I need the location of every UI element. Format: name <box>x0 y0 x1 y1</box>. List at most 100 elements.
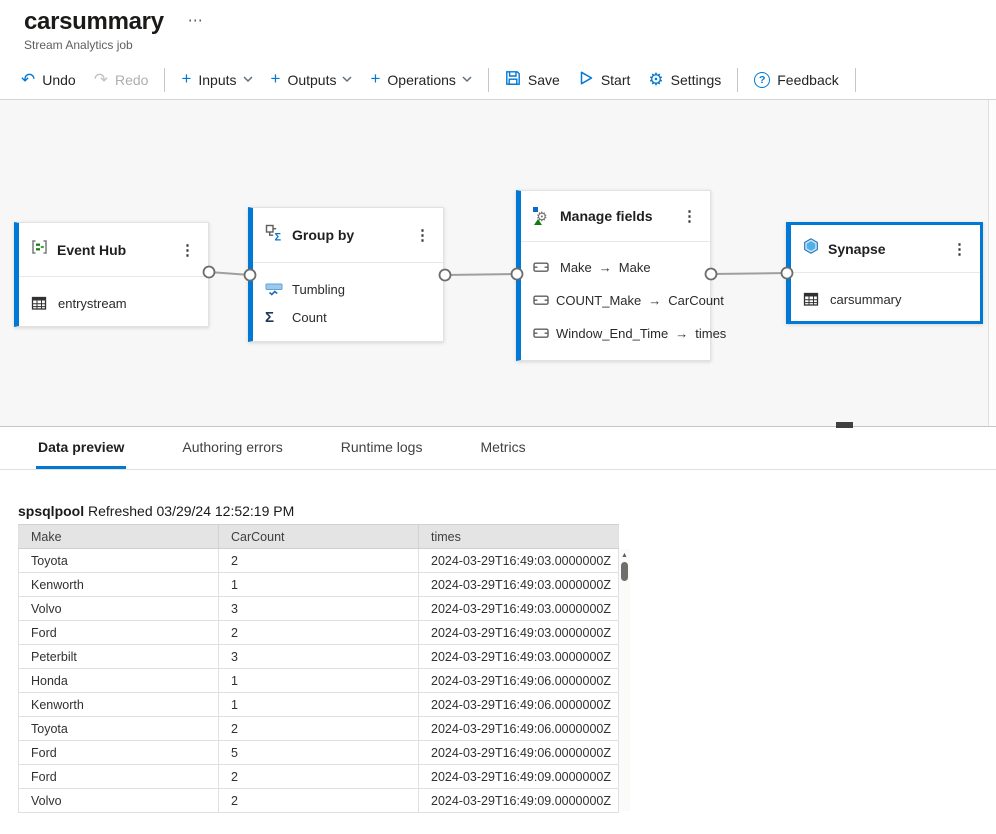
table-row[interactable]: Ford52024-03-29T16:49:06.0000000Z <box>19 741 619 765</box>
node-title: Group by <box>292 227 412 243</box>
scroll-up-icon[interactable]: ▲ <box>619 549 630 560</box>
tab-runtime-logs[interactable]: Runtime logs <box>339 427 425 469</box>
cell-times: 2024-03-29T16:49:09.0000000Z <box>419 789 619 813</box>
undo-icon: ↶ <box>21 71 35 88</box>
start-icon <box>578 70 594 89</box>
field-mapping-row: Make → Make <box>521 251 710 284</box>
field-mapping-row: Window_End_Time → times <box>521 317 710 350</box>
cell-carcount: 1 <box>219 693 419 717</box>
table-row[interactable]: Kenworth12024-03-29T16:49:06.0000000Z <box>19 693 619 717</box>
kebab-menu-icon[interactable]: ⋮ <box>412 226 433 244</box>
mapping-from: Make <box>560 260 592 275</box>
mapping-from: Window_End_Time <box>556 326 668 341</box>
undo-button[interactable]: ↶ Undo <box>12 64 85 96</box>
mapping-to: times <box>695 326 726 341</box>
start-button[interactable]: Start <box>569 64 640 96</box>
node-manage-fields[interactable]: ⚙ Manage fields ⋮ Make → Make COUNT_Make <box>516 190 711 361</box>
plus-icon: + <box>271 70 281 87</box>
cell-times: 2024-03-29T16:49:06.0000000Z <box>419 741 619 765</box>
mapping-from: COUNT_Make <box>556 293 641 308</box>
add-outputs-button[interactable]: + Outputs <box>262 64 362 96</box>
add-inputs-button[interactable]: + Inputs <box>172 64 261 96</box>
cell-times: 2024-03-29T16:49:06.0000000Z <box>419 693 619 717</box>
column-header-carcount[interactable]: CarCount <box>219 525 419 549</box>
table-row[interactable]: Ford22024-03-29T16:49:09.0000000Z <box>19 765 619 789</box>
start-label: Start <box>601 72 631 88</box>
tab-authoring-errors[interactable]: Authoring errors <box>180 427 284 469</box>
arrow-right-icon: → <box>675 326 688 341</box>
table-row[interactable]: Toyota22024-03-29T16:49:06.0000000Z <box>19 717 619 741</box>
feedback-button[interactable]: ? Feedback <box>745 64 847 96</box>
cell-make: Ford <box>19 741 219 765</box>
sigma-icon: Σ <box>265 309 285 326</box>
table-icon <box>803 292 823 307</box>
cell-times: 2024-03-29T16:49:03.0000000Z <box>419 621 619 645</box>
save-button[interactable]: Save <box>496 64 569 96</box>
tumbling-window-icon <box>265 282 285 297</box>
node-title: Synapse <box>828 241 949 257</box>
cell-carcount: 1 <box>219 573 419 597</box>
diagram-canvas[interactable]: Event Hub ⋮ entrystream Σ Group by ⋮ Tum… <box>0 100 996 427</box>
output-target-name: carsummary <box>830 292 902 307</box>
settings-label: Settings <box>671 72 722 88</box>
refresh-status: spsqlpool Refreshed 03/29/24 12:52:19 PM <box>0 470 996 524</box>
save-icon <box>505 70 521 89</box>
settings-button[interactable]: ⚙ Settings <box>639 64 730 96</box>
cell-carcount: 2 <box>219 717 419 741</box>
column-header-times[interactable]: times <box>419 525 619 549</box>
table-row[interactable]: Kenworth12024-03-29T16:49:03.0000000Z <box>19 573 619 597</box>
table-row[interactable]: Toyota22024-03-29T16:49:03.0000000Z <box>19 549 619 573</box>
table-row[interactable]: Volvo32024-03-29T16:49:03.0000000Z <box>19 597 619 621</box>
page-header: carsummary ⋯ Stream Analytics job <box>0 0 996 60</box>
cell-times: 2024-03-29T16:49:03.0000000Z <box>419 597 619 621</box>
mapping-to: Make <box>619 260 651 275</box>
table-scrollbar[interactable]: ▲ <box>619 549 630 811</box>
pool-name: spsqlpool <box>18 503 84 519</box>
canvas-scrollbar[interactable] <box>988 100 996 426</box>
node-event-hub[interactable]: Event Hub ⋮ entrystream <box>14 222 209 327</box>
plus-icon: + <box>181 70 191 87</box>
feedback-label: Feedback <box>777 72 838 88</box>
cell-carcount: 2 <box>219 765 419 789</box>
tab-metrics[interactable]: Metrics <box>478 427 527 469</box>
cell-carcount: 3 <box>219 645 419 669</box>
node-row-aggregate: Σ Count <box>253 303 443 331</box>
node-group-by[interactable]: Σ Group by ⋮ Tumbling Σ Count <box>248 207 444 342</box>
table-row[interactable]: Ford22024-03-29T16:49:03.0000000Z <box>19 621 619 645</box>
add-operations-button[interactable]: + Operations <box>361 64 480 96</box>
bottom-panel-tabs: Data preview Authoring errors Runtime lo… <box>0 427 996 470</box>
redo-icon: ↷ <box>94 71 108 88</box>
page-title: carsummary <box>24 8 164 36</box>
cell-carcount: 2 <box>219 621 419 645</box>
node-synapse[interactable]: Synapse ⋮ carsummary <box>786 222 983 324</box>
table-row[interactable]: Peterbilt32024-03-29T16:49:03.0000000Z <box>19 645 619 669</box>
kebab-menu-icon[interactable]: ⋮ <box>949 240 970 258</box>
scrollbar-thumb[interactable] <box>621 562 628 581</box>
table-body: Toyota22024-03-29T16:49:03.0000000ZKenwo… <box>19 549 619 813</box>
kebab-menu-icon[interactable]: ⋮ <box>177 241 198 259</box>
cell-make: Toyota <box>19 549 219 573</box>
inputs-label: Inputs <box>198 72 236 88</box>
column-header-make[interactable]: Make <box>19 525 219 549</box>
mapping-to: CarCount <box>668 293 724 308</box>
group-by-icon: Σ <box>265 224 283 247</box>
toolbar-divider <box>855 68 856 92</box>
table-row[interactable]: Volvo22024-03-29T16:49:09.0000000Z <box>19 789 619 813</box>
cell-carcount: 2 <box>219 789 419 813</box>
svg-text:Σ: Σ <box>275 231 282 242</box>
field-icon <box>533 328 549 339</box>
node-row-window: Tumbling <box>253 275 443 303</box>
cell-make: Volvo <box>19 597 219 621</box>
tab-data-preview[interactable]: Data preview <box>36 427 126 469</box>
table-row[interactable]: Honda12024-03-29T16:49:06.0000000Z <box>19 669 619 693</box>
cell-make: Ford <box>19 765 219 789</box>
panel-resize-handle[interactable] <box>836 422 853 428</box>
more-options-icon[interactable]: ⋯ <box>188 11 204 29</box>
preview-table-wrap: Make CarCount times Toyota22024-03-29T16… <box>18 524 630 813</box>
outputs-label: Outputs <box>287 72 336 88</box>
kebab-menu-icon[interactable]: ⋮ <box>679 207 700 225</box>
settings-gear-icon: ⚙ <box>648 71 663 88</box>
chevron-down-icon <box>243 76 253 83</box>
node-title: Manage fields <box>560 208 679 224</box>
cell-times: 2024-03-29T16:49:06.0000000Z <box>419 669 619 693</box>
